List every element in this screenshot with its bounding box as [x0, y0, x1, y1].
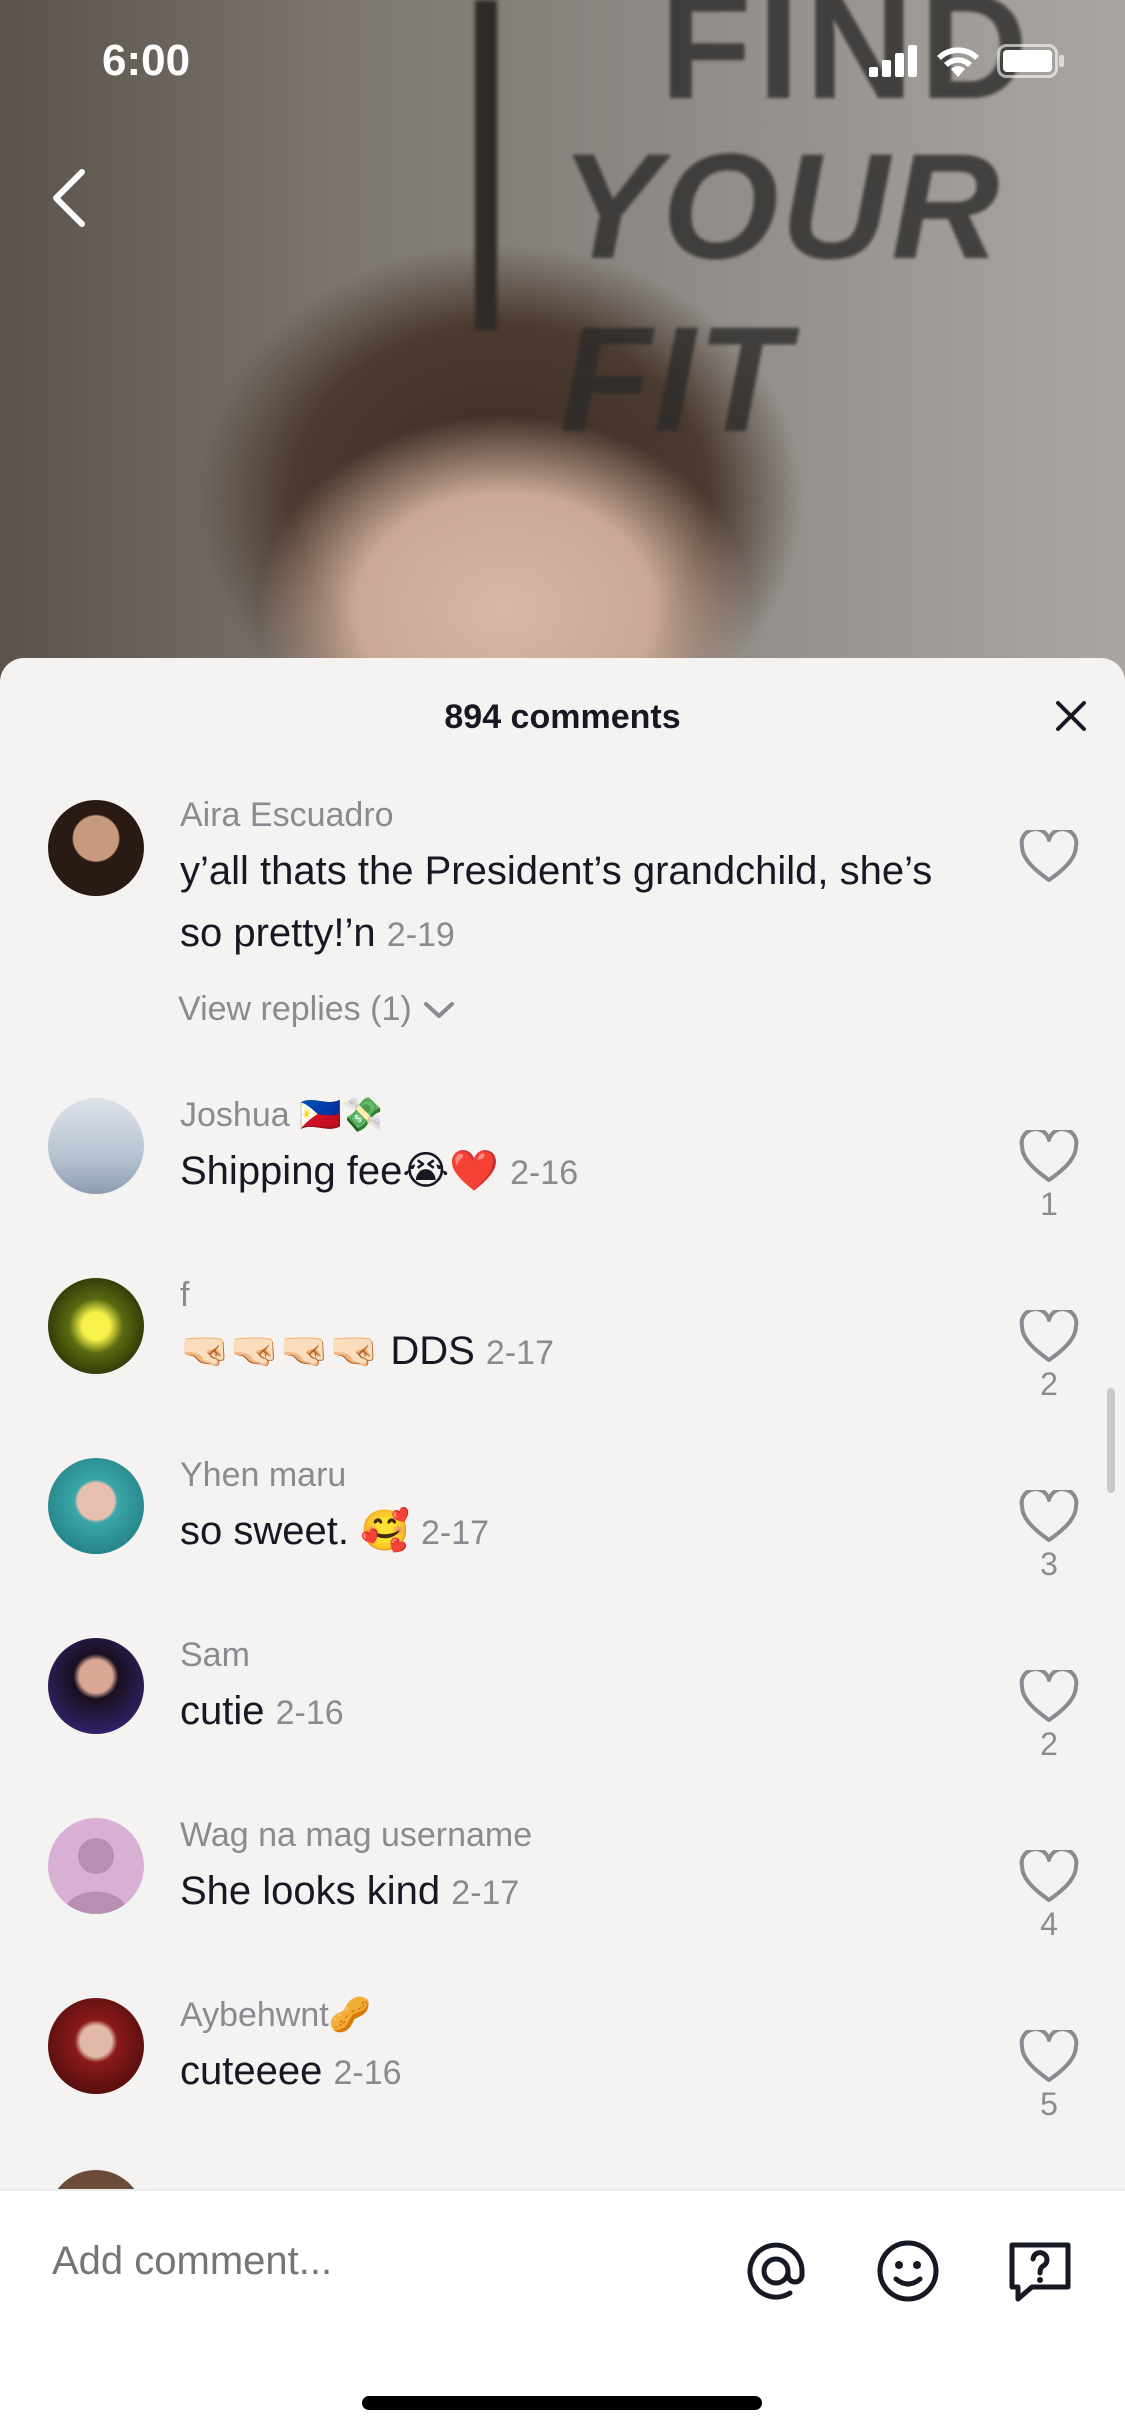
comment-text: Shipping fee😭❤️ 2-16	[180, 1140, 960, 1204]
avatar[interactable]	[48, 1098, 144, 1194]
comment-body: Joshua 🇵🇭💸 Shipping fee😭❤️ 2-16	[180, 1090, 960, 1204]
comment-username[interactable]: f	[180, 1270, 960, 1320]
chevron-down-icon	[423, 1001, 454, 1018]
comment-body: Yhen maru so sweet. 🥰 2-17	[180, 1450, 960, 1564]
comment-username[interactable]: Aybehwnt🥜	[180, 1990, 960, 2040]
comment-date: 2-17	[451, 1874, 520, 1912]
comment-username[interactable]: Aira Escuadro	[180, 790, 960, 840]
wall-text-2: YOUR FIT	[560, 122, 1002, 463]
like-button[interactable]: 1	[1013, 1130, 1085, 1223]
avatar[interactable]	[48, 1458, 144, 1554]
comment-text: cuteeee 2-16	[180, 2040, 960, 2104]
heart-icon	[1019, 1130, 1079, 1182]
comment-text: She looks kind 2-17	[180, 1860, 960, 1924]
like-count: 5	[1040, 2086, 1058, 2122]
avatar[interactable]	[48, 1638, 144, 1734]
comment-text: cutie 2-16	[180, 1680, 960, 1744]
comment-date: 2-16	[275, 1694, 344, 1732]
comment-text-content: cuteeee	[180, 2049, 323, 2093]
like-button[interactable]: 5	[1013, 2030, 1085, 2123]
like-count: 3	[1040, 1546, 1058, 1582]
comment-text-content: cutie	[180, 1689, 265, 1733]
avatar[interactable]	[48, 1998, 144, 2094]
heart-icon	[1019, 1850, 1079, 1902]
like-button[interactable]	[1013, 830, 1085, 886]
close-icon[interactable]	[1049, 694, 1093, 738]
sheet-header: 894 comments	[0, 658, 1125, 758]
default-avatar-icon	[64, 1838, 128, 1914]
scroll-indicator[interactable]	[1107, 1388, 1115, 1493]
view-replies-label: View replies (1)	[178, 990, 412, 1028]
emoji-icon[interactable]	[872, 2235, 944, 2307]
comment-username[interactable]: Sam	[180, 1630, 960, 1680]
comment-text: y’all thats the President’s grandchild, …	[180, 840, 960, 966]
comment-body: Sam cutie 2-16	[180, 1630, 960, 1744]
comment-text-content: y’all thats the President’s grandchild, …	[180, 849, 933, 955]
like-count: 1	[1040, 1186, 1058, 1222]
comment-date: 2-19	[386, 916, 455, 954]
avatar[interactable]	[48, 1278, 144, 1374]
like-button[interactable]: 2	[1013, 1310, 1085, 1403]
comment-body: f 🤜🏻🤜🏻🤜🏻🤜🏻 DDS 2-17	[180, 1270, 960, 1384]
like-count: 2	[1040, 1726, 1058, 1762]
comment-username[interactable]: Yhen maru	[180, 1450, 960, 1500]
back-chevron-icon[interactable]	[42, 160, 102, 236]
comment-input[interactable]	[52, 2239, 652, 2284]
like-button[interactable]: 3	[1013, 1490, 1085, 1583]
status-time: 6:00	[102, 36, 191, 85]
wifi-icon	[937, 47, 979, 77]
comment-text: 🤜🏻🤜🏻🤜🏻🤜🏻 DDS 2-17	[180, 1320, 960, 1384]
mention-at-icon[interactable]	[740, 2235, 812, 2307]
comment-date: 2-17	[485, 1334, 554, 1372]
heart-icon	[1019, 2030, 1079, 2082]
comment-body: Aybehwnt🥜 cuteeee 2-16	[180, 1990, 960, 2104]
avatar[interactable]	[48, 800, 144, 896]
comment-username[interactable]: Wag na mag username	[180, 1810, 960, 1860]
comment-date: 2-17	[421, 1514, 490, 1552]
comments-sheet: 894 comments Aira Escuadro y’all thats t…	[0, 658, 1125, 2436]
comment-text: so sweet. 🥰 2-17	[180, 1500, 960, 1564]
comment-body: Wag na mag username She looks kind 2-17	[180, 1810, 960, 1924]
like-button[interactable]: 2	[1013, 1670, 1085, 1763]
comment-text-content: so sweet. 🥰	[180, 1509, 410, 1553]
comment-text-content: 🤜🏻🤜🏻🤜🏻🤜🏻 DDS	[180, 1329, 475, 1373]
comment-text-content: Shipping fee😭❤️	[180, 1149, 499, 1193]
heart-icon	[1019, 830, 1079, 882]
comments-count-title: 894 comments	[444, 698, 681, 736]
heart-icon	[1019, 1310, 1079, 1362]
home-indicator[interactable]	[362, 2396, 762, 2410]
status-bar: 6:00	[0, 0, 1125, 130]
heart-icon	[1019, 1670, 1079, 1722]
comment-body: Aira Escuadro y’all thats the President’…	[180, 790, 960, 966]
comment-input-bar	[0, 2189, 1125, 2436]
comment-username[interactable]: Joshua 🇵🇭💸	[180, 1090, 960, 1140]
comment-date: 2-16	[333, 2054, 402, 2092]
comment-text-content: She looks kind	[180, 1869, 441, 1913]
view-replies-button[interactable]: View replies (1)	[178, 990, 456, 1029]
like-button[interactable]: 4	[1013, 1850, 1085, 1943]
cellular-signal-icon	[869, 45, 917, 77]
heart-icon	[1019, 1490, 1079, 1542]
status-icons	[869, 44, 1065, 78]
question-icon[interactable]	[1004, 2235, 1076, 2307]
like-count: 2	[1040, 1366, 1058, 1402]
like-count: 4	[1040, 1906, 1058, 1942]
battery-icon	[997, 44, 1064, 78]
avatar[interactable]	[48, 1818, 144, 1914]
comment-date: 2-16	[510, 1154, 579, 1192]
